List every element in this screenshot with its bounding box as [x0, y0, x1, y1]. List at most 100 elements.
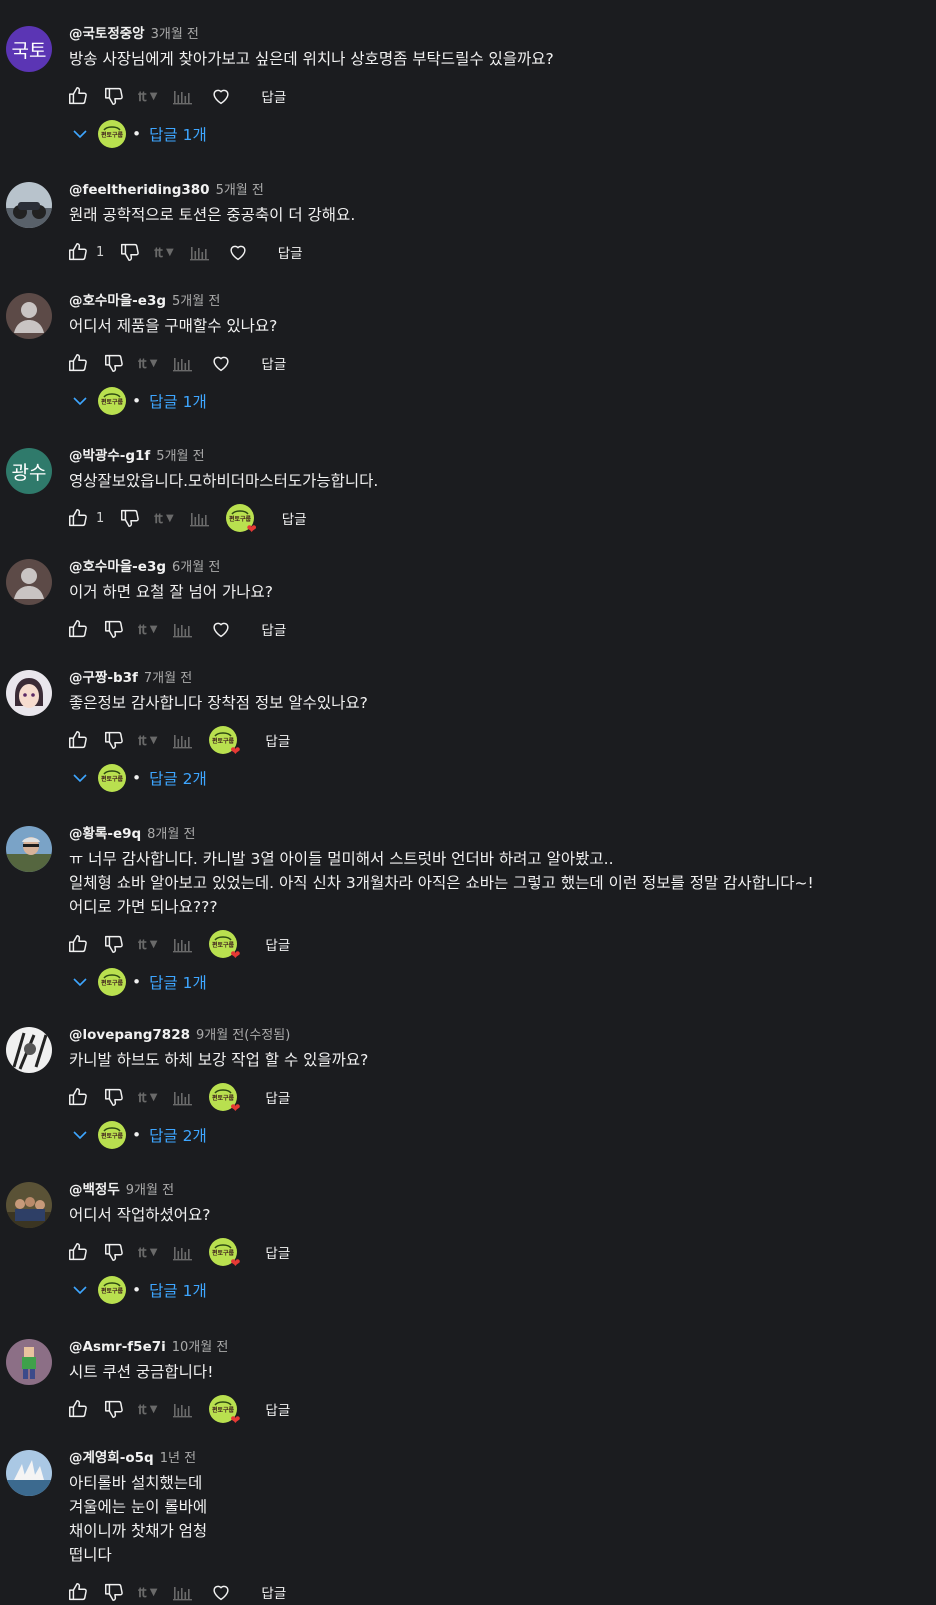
avatar[interactable] [6, 293, 52, 339]
stats-icon[interactable] [188, 506, 212, 530]
view-replies-button[interactable]: 편토구룹 • 답글 2개 [72, 1118, 207, 1152]
comment-time[interactable]: 7개월 전 [144, 671, 192, 686]
thanks-icon[interactable]: ₶ ▼ [154, 509, 173, 528]
stats-icon[interactable] [171, 1085, 195, 1109]
avatar[interactable] [6, 559, 52, 605]
stats-icon[interactable] [188, 240, 212, 264]
like-icon[interactable] [66, 728, 90, 752]
dislike-icon[interactable] [118, 506, 142, 530]
stats-icon[interactable] [171, 932, 195, 956]
avatar[interactable] [6, 182, 52, 228]
reply-button[interactable]: 답글 [265, 730, 290, 750]
comment-author[interactable]: @호수마을-e3g [69, 559, 166, 575]
comment-author[interactable]: @황록-e9q [69, 826, 141, 842]
default-user-icon [6, 293, 52, 339]
comment-time[interactable]: 10개월 전 [172, 1340, 229, 1355]
dislike-icon[interactable] [102, 728, 126, 752]
reply-button[interactable]: 답글 [265, 1087, 290, 1107]
comment-time[interactable]: 3개월 전 [151, 27, 199, 42]
reply-button[interactable]: 답글 [265, 1242, 290, 1262]
comment-time[interactable]: 1년 전 [160, 1451, 196, 1466]
stats-icon[interactable] [171, 1580, 195, 1604]
dislike-icon[interactable] [102, 351, 126, 375]
thanks-icon[interactable]: ₶ ▼ [154, 243, 173, 262]
thanks-icon[interactable]: ₶ ▼ [138, 1088, 157, 1107]
comment-time[interactable]: 9개월 전(수정됨) [196, 1028, 290, 1043]
comment-author[interactable]: @계영희-o5q [69, 1450, 154, 1466]
dislike-icon[interactable] [102, 932, 126, 956]
dislike-icon[interactable] [118, 240, 142, 264]
dislike-icon[interactable] [102, 617, 126, 641]
view-replies-button[interactable]: 편토구룹 • 답글 1개 [72, 965, 207, 999]
like-icon[interactable] [66, 351, 90, 375]
reply-button[interactable]: 답글 [261, 619, 286, 639]
like-icon[interactable] [66, 1085, 90, 1109]
avatar[interactable] [6, 826, 52, 872]
avatar[interactable] [6, 670, 52, 716]
comment-author[interactable]: @feeltheriding380 [69, 182, 210, 198]
like-icon[interactable] [66, 1397, 90, 1421]
view-replies-button[interactable]: 편토구룹 • 답글 1개 [72, 384, 207, 418]
thanks-icon[interactable]: ₶ ▼ [138, 620, 157, 639]
like-icon[interactable] [66, 1240, 90, 1264]
comment-time[interactable]: 5개월 전 [156, 449, 204, 464]
comment-time[interactable]: 6개월 전 [172, 560, 220, 575]
thanks-icon[interactable]: ₶ ▼ [138, 1400, 157, 1419]
like-icon[interactable] [66, 240, 90, 264]
heart-icon[interactable] [209, 84, 233, 108]
avatar[interactable] [6, 1027, 52, 1073]
thanks-icon[interactable]: ₶ ▼ [138, 731, 157, 750]
heart-icon[interactable] [226, 240, 250, 264]
avatar[interactable]: 국토 [6, 26, 52, 72]
view-replies-button[interactable]: 편토구룹 • 답글 1개 [72, 1273, 207, 1307]
thanks-icon[interactable]: ₶ ▼ [138, 354, 157, 373]
comment-author[interactable]: @백정두 [69, 1182, 120, 1198]
stats-icon[interactable] [171, 84, 195, 108]
reply-button[interactable]: 답글 [261, 86, 286, 106]
stats-icon[interactable] [171, 617, 195, 641]
comment-author[interactable]: @lovepang7828 [69, 1027, 190, 1043]
comment-time[interactable]: 8개월 전 [147, 827, 195, 842]
comment-author[interactable]: @Asmr-f5e7i [69, 1339, 166, 1355]
stats-icon[interactable] [171, 351, 195, 375]
avatar[interactable]: 광수 [6, 448, 52, 494]
comment-author[interactable]: @호수마을-e3g [69, 293, 166, 309]
like-icon[interactable] [66, 84, 90, 108]
stats-icon[interactable] [171, 1397, 195, 1421]
reply-button[interactable]: 답글 [265, 1399, 290, 1419]
view-replies-button[interactable]: 편토구룹 • 답글 1개 [72, 117, 207, 151]
view-replies-button[interactable]: 편토구룹 • 답글 2개 [72, 761, 207, 795]
comment-time[interactable]: 5개월 전 [216, 183, 264, 198]
comment-time[interactable]: 5개월 전 [172, 294, 220, 309]
thanks-icon[interactable]: ₶ ▼ [138, 1243, 157, 1262]
reply-button[interactable]: 답글 [261, 1582, 286, 1602]
thanks-icon[interactable]: ₶ ▼ [138, 935, 157, 954]
stats-icon[interactable] [171, 728, 195, 752]
like-icon[interactable] [66, 617, 90, 641]
comment-time[interactable]: 9개월 전 [126, 1183, 174, 1198]
like-icon[interactable] [66, 1580, 90, 1604]
comment-author[interactable]: @국토정중앙 [69, 26, 145, 42]
heart-icon[interactable] [209, 351, 233, 375]
comment-author[interactable]: @구짱-b3f [69, 670, 138, 686]
like-icon[interactable] [66, 932, 90, 956]
dislike-icon[interactable] [102, 1085, 126, 1109]
comment-author[interactable]: @박광수-g1f [69, 448, 150, 464]
heart-icon[interactable] [209, 1580, 233, 1604]
reply-button[interactable]: 답글 [278, 242, 303, 262]
like-icon[interactable] [66, 506, 90, 530]
dislike-icon[interactable] [102, 84, 126, 108]
avatar[interactable] [6, 1450, 52, 1496]
dislike-icon[interactable] [102, 1580, 126, 1604]
stats-icon[interactable] [171, 1240, 195, 1264]
reply-button[interactable]: 답글 [265, 934, 290, 954]
reply-button[interactable]: 답글 [282, 508, 307, 528]
avatar[interactable] [6, 1182, 52, 1228]
thanks-icon[interactable]: ₶ ▼ [138, 87, 157, 106]
avatar[interactable] [6, 1339, 52, 1385]
dislike-icon[interactable] [102, 1397, 126, 1421]
dislike-icon[interactable] [102, 1240, 126, 1264]
reply-button[interactable]: 답글 [261, 353, 286, 373]
heart-icon[interactable] [209, 617, 233, 641]
thanks-icon[interactable]: ₶ ▼ [138, 1583, 157, 1602]
